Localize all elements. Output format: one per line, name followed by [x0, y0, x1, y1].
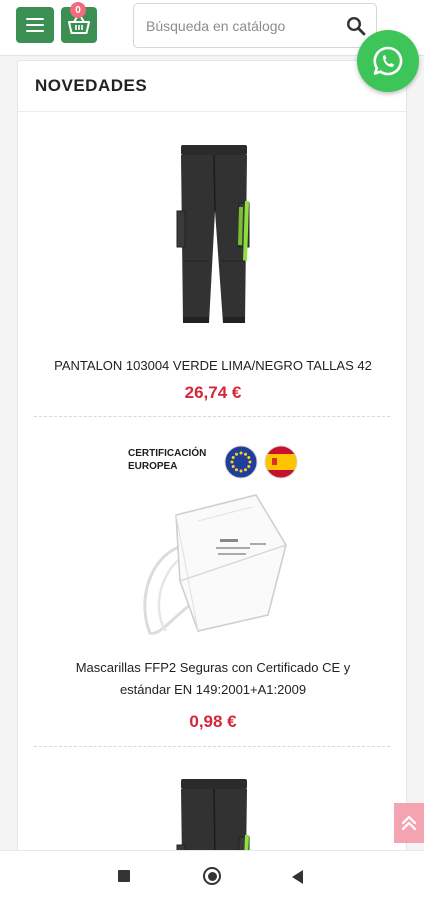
product-price: 26,74 €	[184, 383, 242, 402]
product-name[interactable]: PANTALON 103004 VERDE LIMA/NEGRO TALLAS …	[28, 355, 398, 377]
cart-count-badge: 0	[70, 2, 86, 18]
spain-flag-icon	[264, 445, 298, 479]
work-trousers-image[interactable]	[173, 141, 255, 327]
back-to-top-button[interactable]	[394, 803, 424, 843]
triangle-back-icon[interactable]	[292, 870, 303, 884]
page: 0 NOVEDADES	[0, 0, 424, 900]
section-title: NOVEDADES	[35, 76, 148, 95]
product-divider	[34, 416, 390, 417]
search-input[interactable]	[146, 4, 336, 47]
hamburger-menu-icon	[26, 18, 44, 32]
whatsapp-button[interactable]	[357, 30, 419, 92]
products-card: NOVEDADES PANTALON 103004 VERDE LIMA/NEG…	[17, 60, 407, 861]
product-name-line-1: Mascarillas FFP2 Seguras con Certificado…	[75, 660, 351, 675]
basket-icon	[68, 16, 90, 34]
work-trousers-image[interactable]	[173, 775, 255, 861]
product-divider	[34, 746, 390, 747]
ffp2-mask-image[interactable]	[136, 485, 296, 645]
square-recents-icon[interactable]	[118, 870, 130, 882]
certification-label: CERTIFICACIÓN EUROPEA	[128, 447, 206, 473]
system-nav-bar	[0, 850, 424, 900]
eu-flag-icon	[224, 445, 258, 479]
search-box	[133, 3, 377, 48]
product-name[interactable]: Mascarillas FFP2 Seguras con Certificado…	[28, 657, 398, 701]
circle-home-icon[interactable]	[203, 867, 221, 885]
whatsapp-icon	[373, 46, 403, 76]
certification-line-2: EUROPEA	[128, 461, 178, 472]
menu-button[interactable]	[16, 7, 54, 43]
product-name-line-2: estándar EN 149:2001+A1:2009	[119, 682, 307, 697]
product-price: 0,98 €	[189, 712, 237, 731]
magnifier-icon[interactable]	[346, 16, 366, 36]
title-divider	[18, 111, 406, 112]
certification-line-1: CERTIFICACIÓN	[128, 448, 207, 459]
double-chevron-up-icon	[401, 815, 417, 831]
